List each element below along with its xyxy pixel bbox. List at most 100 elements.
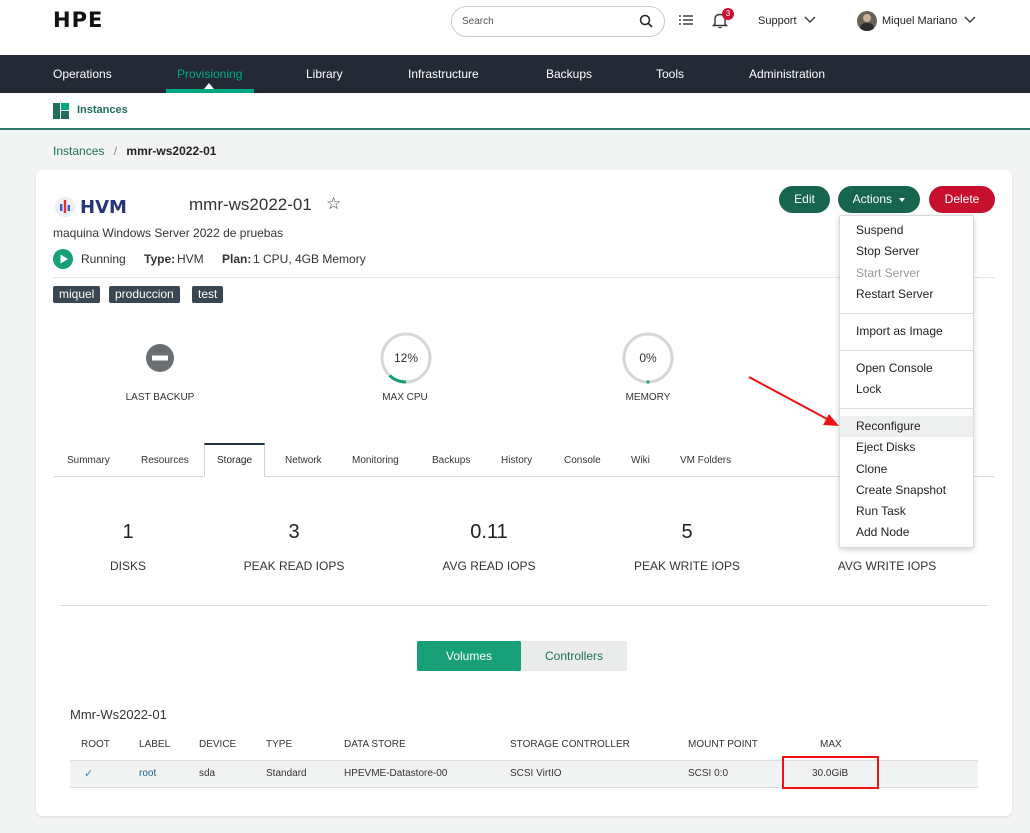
search-input[interactable]: Search — [462, 16, 494, 27]
active-nav-caret — [204, 83, 214, 89]
menu-item-import-as-image[interactable]: Import as Image — [856, 324, 943, 338]
search-box[interactable]: Search — [451, 6, 665, 37]
volume-mount-point: SCSI 0:0 — [688, 768, 729, 779]
cpu-gauge-fill — [388, 374, 407, 384]
tab-network[interactable]: Network — [285, 455, 322, 466]
menu-item-lock[interactable]: Lock — [856, 382, 881, 396]
nav-operations[interactable]: Operations — [53, 67, 112, 81]
stat-label: DISKS — [109, 559, 146, 573]
storage-view-toggle: Volumes Controllers — [417, 641, 627, 671]
tab-resources[interactable]: Resources — [141, 455, 189, 466]
tab-storage[interactable]: Storage — [204, 443, 266, 477]
tab-monitoring[interactable]: Monitoring — [352, 455, 399, 466]
instance-description: maquina Windows Server 2022 de pruebas — [53, 226, 284, 240]
chevron-down-icon — [960, 15, 976, 27]
type-value: HVM — [177, 252, 204, 266]
tab-console[interactable]: Console — [564, 455, 601, 466]
annotation-highlight-box — [782, 756, 879, 789]
menu-item-add-node[interactable]: Add Node — [856, 525, 909, 539]
root-check-icon: ✓ — [84, 768, 94, 780]
menu-item-reconfigure[interactable]: Reconfigure — [856, 419, 921, 433]
menu-item-suspend[interactable]: Suspend — [856, 223, 903, 237]
memory-label: MEMORY — [625, 392, 671, 403]
nav-library[interactable]: Library — [306, 67, 343, 81]
column-header[interactable]: STORAGE CONTROLLER — [510, 739, 630, 750]
breadcrumb-separator: / — [113, 144, 118, 158]
no-backup-icon — [145, 343, 175, 376]
annotation-arrow-icon — [745, 373, 845, 436]
menu-item-restart-server[interactable]: Restart Server — [856, 287, 933, 301]
tag-chip[interactable]: test — [192, 286, 224, 303]
tab-summary[interactable]: Summary — [67, 455, 110, 466]
instances-icon — [53, 103, 69, 119]
nav-tools[interactable]: Tools — [656, 67, 684, 81]
volume-label-link[interactable]: root — [139, 768, 156, 779]
column-header[interactable]: LABEL — [139, 739, 170, 750]
column-header[interactable]: ROOT — [81, 739, 110, 750]
sub-nav — [0, 93, 1030, 130]
volume-datastore: HPEVME-Datastore-00 — [344, 768, 448, 779]
stat-value: 5 — [681, 521, 693, 543]
subnav-instances[interactable]: Instances — [77, 104, 128, 116]
controllers-toggle-button[interactable]: Controllers — [521, 641, 627, 671]
column-header[interactable]: MAX — [820, 739, 842, 750]
menu-item-run-task[interactable]: Run Task — [856, 504, 906, 518]
user-name[interactable]: Miquel Mariano — [882, 15, 957, 27]
menu-divider — [840, 350, 973, 351]
list-menu-icon[interactable] — [678, 14, 694, 31]
column-header[interactable]: DEVICE — [199, 739, 236, 750]
stat-label: AVG WRITE IOPS — [837, 559, 937, 573]
nav-provisioning[interactable]: Provisioning — [177, 67, 242, 81]
tab-backups[interactable]: Backups — [432, 455, 470, 466]
breadcrumb-instances-link[interactable]: Instances — [53, 144, 104, 158]
volume-controller: SCSI VirtIO — [510, 768, 562, 779]
cpu-value: 12% — [393, 351, 419, 365]
menu-item-open-console[interactable]: Open Console — [856, 361, 933, 375]
tab-vm-folders[interactable]: VM Folders — [680, 455, 731, 466]
plan-label: Plan: — [222, 252, 252, 266]
menu-item-create-snapshot[interactable]: Create Snapshot — [856, 483, 946, 497]
chevron-down-icon — [800, 15, 816, 27]
tag-chip[interactable]: miquel — [53, 286, 101, 303]
column-header[interactable]: MOUNT POINT — [688, 739, 758, 750]
plan-value: 1 CPU, 4GB Memory — [253, 252, 366, 266]
support-menu[interactable]: Support — [758, 15, 816, 27]
menu-item-clone[interactable]: Clone — [856, 462, 887, 476]
user-avatar[interactable] — [857, 11, 877, 31]
actions-button[interactable]: Actions — [838, 186, 920, 213]
delete-button[interactable]: Delete — [929, 186, 995, 213]
cpu-label: MAX CPU — [382, 392, 428, 403]
favorite-star-icon[interactable]: ☆ — [326, 194, 341, 214]
edit-button[interactable]: Edit — [779, 186, 830, 213]
search-icon[interactable] — [639, 14, 654, 32]
hpe-logo[interactable]: HPE — [53, 8, 103, 32]
nav-backups[interactable]: Backups — [546, 67, 592, 81]
volumes-toggle-button[interactable]: Volumes — [417, 641, 521, 671]
nav-administration[interactable]: Administration — [749, 67, 825, 81]
notification-count-badge: 3 — [722, 8, 734, 20]
memory-value: 0% — [639, 351, 657, 365]
instance-name: mmr-ws2022-01 — [189, 195, 312, 214]
stat-value: 3 — [288, 521, 300, 543]
stats-divider — [60, 605, 988, 606]
support-label[interactable]: Support — [758, 15, 797, 27]
column-header[interactable]: TYPE — [266, 739, 292, 750]
breadcrumb-current: mmr-ws2022-01 — [126, 144, 217, 158]
stat-value: 1 — [122, 521, 134, 543]
user-menu[interactable]: Miquel Mariano — [882, 15, 976, 27]
volume-device: sda — [199, 768, 216, 779]
column-header[interactable]: DATA STORE — [344, 739, 406, 750]
menu-divider — [840, 313, 973, 314]
main-nav: Operations Provisioning Library Infrastr… — [0, 55, 1030, 93]
caret-down-icon — [899, 197, 906, 202]
tab-wiki[interactable]: Wiki — [631, 455, 650, 466]
tag-chip[interactable]: produccion — [109, 286, 180, 303]
menu-item-stop-server[interactable]: Stop Server — [856, 244, 919, 258]
type-label: Type: — [144, 252, 176, 266]
actions-button-label[interactable]: Actions — [853, 192, 892, 206]
tab-history[interactable]: History — [501, 455, 532, 466]
hvm-cloud-icon — [54, 196, 76, 221]
stat-value: 0.11 — [470, 521, 508, 543]
nav-infrastructure[interactable]: Infrastructure — [408, 67, 479, 81]
menu-item-eject-disks[interactable]: Eject Disks — [856, 440, 915, 454]
